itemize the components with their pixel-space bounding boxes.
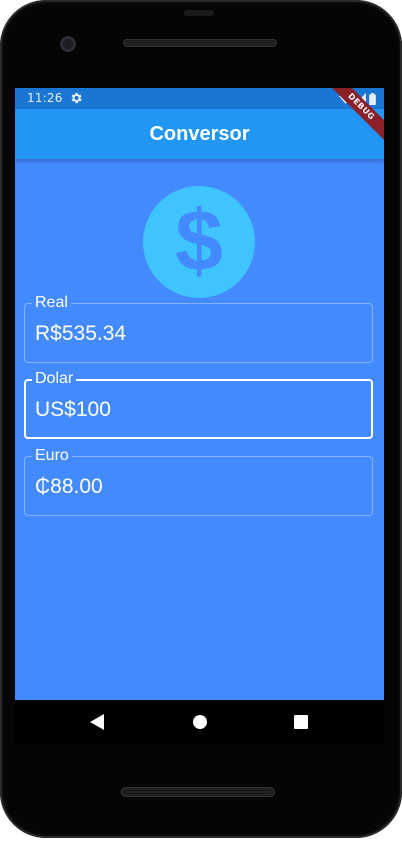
back-icon: [90, 714, 104, 730]
euro-field-value[interactable]: ₵88.00: [35, 475, 103, 499]
euro-input-field[interactable]: Euro ₵88.00: [24, 448, 373, 516]
euro-field-label: Euro: [32, 448, 72, 464]
monetization-on-icon: $: [143, 186, 255, 298]
app-screen: 11:26 Conversor DEBUG $ Real R$535.34 Do…: [15, 88, 384, 700]
home-icon: [193, 715, 207, 729]
status-time: 11:26: [27, 91, 63, 105]
svg-text:$: $: [175, 193, 223, 289]
status-bar: 11:26: [15, 88, 384, 109]
earpiece-speaker: [123, 39, 277, 47]
app-bar: Conversor: [15, 109, 384, 159]
real-input-field[interactable]: Real R$535.34: [24, 295, 373, 363]
recents-button[interactable]: [291, 712, 311, 732]
top-slot: [184, 10, 214, 16]
real-field-value[interactable]: R$535.34: [35, 322, 126, 346]
system-navigation-bar: [15, 700, 384, 744]
dolar-field-value[interactable]: US$100: [35, 398, 111, 422]
app-title: Conversor: [149, 123, 250, 145]
recents-icon: [294, 715, 308, 729]
home-button[interactable]: [190, 712, 210, 732]
dolar-field-label: Dolar: [32, 371, 77, 387]
dolar-input-field[interactable]: Dolar US$100: [24, 371, 373, 439]
back-button[interactable]: [87, 712, 107, 732]
settings-gear-icon: [71, 92, 82, 104]
real-field-label: Real: [32, 295, 71, 311]
bottom-speaker: [121, 787, 275, 797]
front-camera: [60, 36, 76, 52]
battery-icon: [369, 92, 376, 105]
